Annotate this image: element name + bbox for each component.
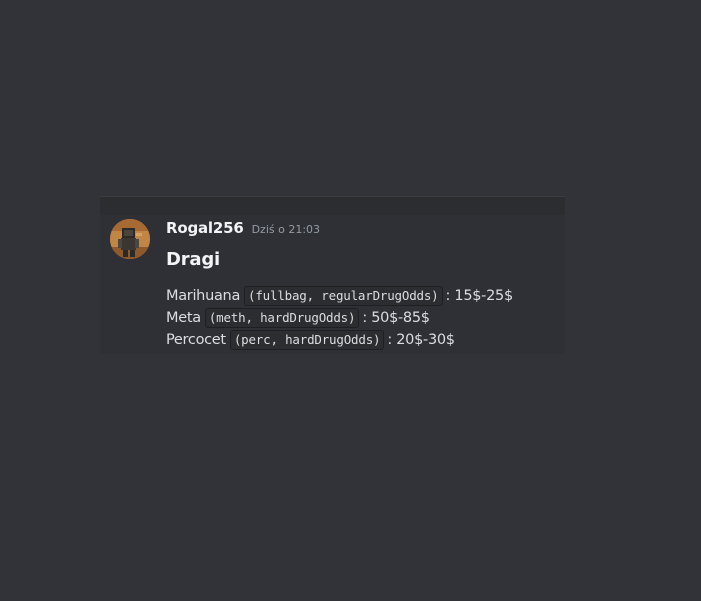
message-content: Marihuana (fullbag, regularDrugOdds) : 1… bbox=[166, 285, 513, 351]
inline-code: (fullbag, regularDrugOdds) bbox=[244, 286, 443, 306]
avatar[interactable] bbox=[110, 219, 150, 259]
item-price: : 50$-85$ bbox=[362, 310, 430, 326]
inline-code: (meth, hardDrugOdds) bbox=[204, 308, 360, 328]
item-price: : 20$-30$ bbox=[387, 332, 455, 348]
author-name[interactable]: Rogal256 bbox=[166, 219, 244, 237]
chat-message[interactable]: Rogal256 Dziś o 21:03 Dragi Marihuana (f… bbox=[100, 196, 565, 354]
item-name: Marihuana bbox=[166, 288, 241, 304]
list-item: Marihuana (fullbag, regularDrugOdds) : 1… bbox=[166, 285, 513, 307]
message-heading: Dragi bbox=[166, 249, 221, 270]
avatar-image-icon bbox=[110, 219, 150, 259]
inline-code: (perc, hardDrugOdds) bbox=[229, 330, 385, 350]
message-header: Rogal256 Dziś o 21:03 bbox=[166, 219, 320, 239]
list-item: Meta (meth, hardDrugOdds) : 50$-85$ bbox=[166, 307, 513, 329]
message-timestamp[interactable]: Dziś o 21:03 bbox=[252, 223, 320, 236]
item-price: : 15$-25$ bbox=[445, 288, 514, 304]
list-item: Percocet (perc, hardDrugOdds) : 20$-30$ bbox=[166, 329, 513, 351]
chat-viewport: Rogal256 Dziś o 21:03 Dragi Marihuana (f… bbox=[0, 0, 701, 601]
item-name: Meta bbox=[166, 310, 201, 326]
message-divider bbox=[100, 197, 565, 215]
item-name: Percocet bbox=[166, 332, 226, 348]
